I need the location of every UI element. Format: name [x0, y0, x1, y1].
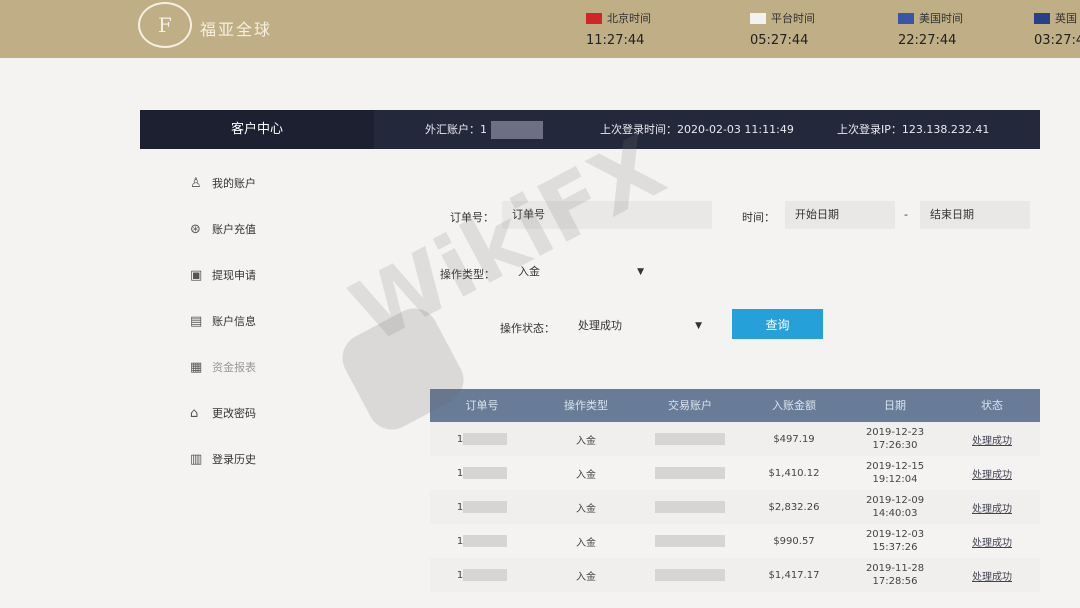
brand-logo: F	[138, 2, 192, 48]
sidebar-item-withdraw[interactable]: ▣ 提现申请	[190, 252, 330, 298]
brand-name: 福亚全球	[200, 20, 273, 39]
customer-center-title: 客户中心	[140, 110, 374, 149]
table-row: 1 入金 $497.19 2019-12-23 17:26:30 处理成功	[430, 422, 1040, 456]
masked-order-number	[463, 535, 508, 547]
clock-beijing: 北京时间 11:27:44	[586, 12, 651, 48]
sidebar-item-fund-report[interactable]: ▦ 资金报表	[190, 344, 330, 390]
sidebar-item-account-info[interactable]: ▤ 账户信息	[190, 298, 330, 344]
end-date-input[interactable]: 结束日期	[920, 201, 1030, 229]
start-date-input[interactable]: 开始日期	[785, 201, 895, 229]
table-row: 1 入金 $990.57 2019-12-03 15:37:26 处理成功	[456, 529, 1012, 553]
masked-order-number	[463, 433, 508, 445]
table-row: 1 入金 $2,832.26 2019-12-09 14:40:03 处理成功	[430, 490, 1040, 524]
deposit-records-table: 订单号 操作类型 交易账户 入账金额 日期 状态 1 入金 $497.19 2019-…	[430, 389, 1040, 592]
lock-icon: ⌂	[190, 405, 199, 421]
us-flag-icon	[898, 12, 914, 24]
masked-trading-account	[655, 433, 725, 445]
table-row: 1 入金 $1,417.17 2019-11-28 17:28:56 处理成功	[430, 558, 1040, 592]
report-icon: ▦	[190, 359, 203, 375]
sidebar-item-my-account[interactable]: ♙ 我的账户	[190, 160, 330, 206]
masked-order-number	[463, 467, 508, 479]
table-body: 1 入金 $497.19 2019-12-23 17:26:30 处理成功 1 入金 $1,41…	[430, 422, 1040, 592]
deposit-icon: ⊛	[190, 221, 201, 237]
masked-trading-account	[655, 535, 725, 547]
status-link[interactable]: 处理成功	[972, 470, 1012, 481]
customer-center-bar: 客户中心 外汇账户：1 上次登录时间：2020-02-03 11:11:49 上…	[140, 110, 1040, 149]
clock-uk: 英国 03:27:4	[1034, 12, 1080, 48]
sidebar-item-change-password[interactable]: ⌂ 更改密码	[190, 390, 330, 436]
chevron-down-icon: ▼	[695, 321, 702, 331]
user-icon: ♙	[190, 175, 202, 191]
info-icon: ▤	[190, 313, 203, 329]
time-label: 时间：	[742, 211, 775, 224]
status-link[interactable]: 处理成功	[972, 436, 1012, 447]
forex-account: 外汇账户：1	[425, 110, 543, 149]
chevron-down-icon: ▼	[637, 267, 644, 277]
masked-account-number	[491, 121, 543, 139]
sidebar-menu: ♙ 我的账户 ⊛ 账户充值 ▣ 提现申请 ▤ 账户信息 ▦ 资金报表 ⌂ 更改密码 ▥ 登录历…	[190, 160, 330, 482]
china-flag-icon	[586, 12, 602, 24]
masked-order-number	[463, 501, 508, 513]
order-number-input[interactable]: 订单号	[502, 201, 712, 229]
clock-platform: 平台时间 05:27:44	[750, 12, 815, 48]
withdraw-icon: ▣	[190, 267, 203, 283]
uk-flag-icon	[1034, 12, 1050, 24]
operation-status-label: 操作状态：	[500, 322, 555, 335]
sidebar-item-deposit[interactable]: ⊛ 账户充值	[190, 206, 330, 252]
date-range-separator: -	[904, 208, 908, 221]
masked-order-number	[463, 569, 508, 581]
table-row: 1 入金 $1,410.12 2019-12-15 19:12:04 处理成功	[456, 461, 1012, 485]
top-header: F 福亚全球 北京时间 11:27:44 平台时间 05:27:44 美国时间 …	[0, 0, 1080, 58]
status-link[interactable]: 处理成功	[972, 504, 1012, 515]
status-link[interactable]: 处理成功	[972, 572, 1012, 583]
history-icon: ▥	[190, 451, 203, 467]
masked-trading-account	[655, 501, 725, 513]
last-login-time: 上次登录时间：2020-02-03 11:11:49	[600, 123, 794, 136]
last-login-ip: 上次登录IP：123.138.232.41	[837, 123, 990, 136]
operation-status-select[interactable]: 处理成功 ▼	[568, 312, 708, 340]
masked-trading-account	[655, 569, 725, 581]
masked-trading-account	[655, 467, 725, 479]
table-header: 订单号 操作类型 交易账户 入账金额 日期 状态	[430, 389, 1040, 422]
clock-us: 美国时间 22:27:44	[898, 12, 963, 48]
operation-type-select[interactable]: 入金 ▼	[508, 258, 650, 286]
platform-flag-icon	[750, 12, 766, 24]
order-number-label: 订单号：	[450, 211, 494, 224]
query-button[interactable]: 查询	[732, 309, 823, 339]
operation-type-label: 操作类型：	[440, 268, 495, 281]
sidebar-item-login-history[interactable]: ▥ 登录历史	[190, 436, 330, 482]
status-link[interactable]: 处理成功	[972, 538, 1012, 549]
